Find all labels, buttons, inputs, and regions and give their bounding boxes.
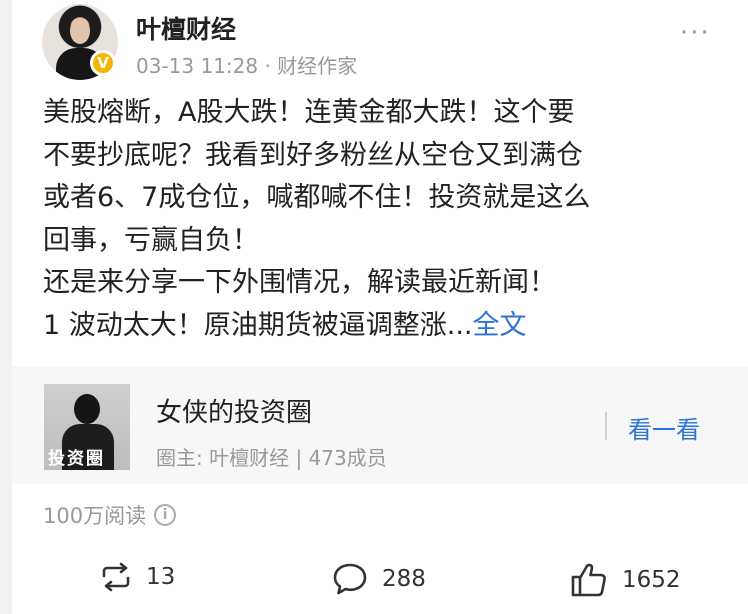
comment-count: 288 — [382, 566, 426, 592]
repost-count: 13 — [146, 564, 176, 590]
circle-thumbnail: 投资圈 — [44, 384, 130, 470]
circle-card[interactable]: 投资圈 女侠的投资圈 圈主: 叶檀财经 | 473成员 看一看 — [12, 366, 748, 484]
info-icon[interactable]: i — [154, 504, 177, 526]
circle-view-button[interactable]: 看一看 — [628, 410, 700, 445]
circle-divider — [605, 412, 607, 440]
post-content[interactable]: 美股熔断，A股大跌！连黄金都大跌！这个要 不要抄底呢？我看到好多粉丝从空仓又到满… — [43, 92, 733, 347]
thumb-stamp-text: 投资圈 — [48, 449, 105, 469]
repost-icon — [102, 562, 130, 592]
like-count: 1652 — [622, 567, 681, 593]
thumb-person-head — [74, 394, 100, 424]
circle-owner-info: 圈主: 叶檀财经 | 473成员 — [156, 446, 387, 470]
like-button[interactable]: 1652 — [570, 562, 681, 598]
full-text-link[interactable]: 全文 — [473, 310, 527, 341]
more-options-icon[interactable]: ··· — [680, 18, 711, 48]
post-timestamp: 03-13 11:28 — [136, 54, 259, 78]
thumbs-up-icon — [571, 563, 606, 597]
post-source: 财经作家 — [277, 54, 358, 78]
repost-button[interactable]: 13 — [100, 562, 175, 592]
post-text: 美股熔断，A股大跌！连黄金都大跌！这个要 不要抄底呢？我看到好多粉丝从空仓又到满… — [43, 97, 591, 341]
read-count: 100万阅读 i — [43, 500, 177, 530]
avatar-face — [70, 18, 90, 44]
meta-separator: · — [258, 54, 278, 78]
action-bar: 13 288 1652 — [12, 548, 748, 614]
verified-badge-icon: V — [90, 50, 116, 76]
read-count-label: 100万阅读 — [43, 504, 147, 528]
comment-button[interactable]: 288 — [332, 562, 426, 596]
post-card: V 叶檀财经 03-13 11:28 · 财经作家 ··· 美股熔断，A股大跌！… — [12, 0, 748, 614]
circle-name: 女侠的投资圈 — [156, 398, 313, 428]
author-name[interactable]: 叶檀财经 — [136, 10, 236, 46]
post-meta: 03-13 11:28 · 财经作家 — [136, 50, 357, 79]
comment-icon — [333, 563, 367, 595]
